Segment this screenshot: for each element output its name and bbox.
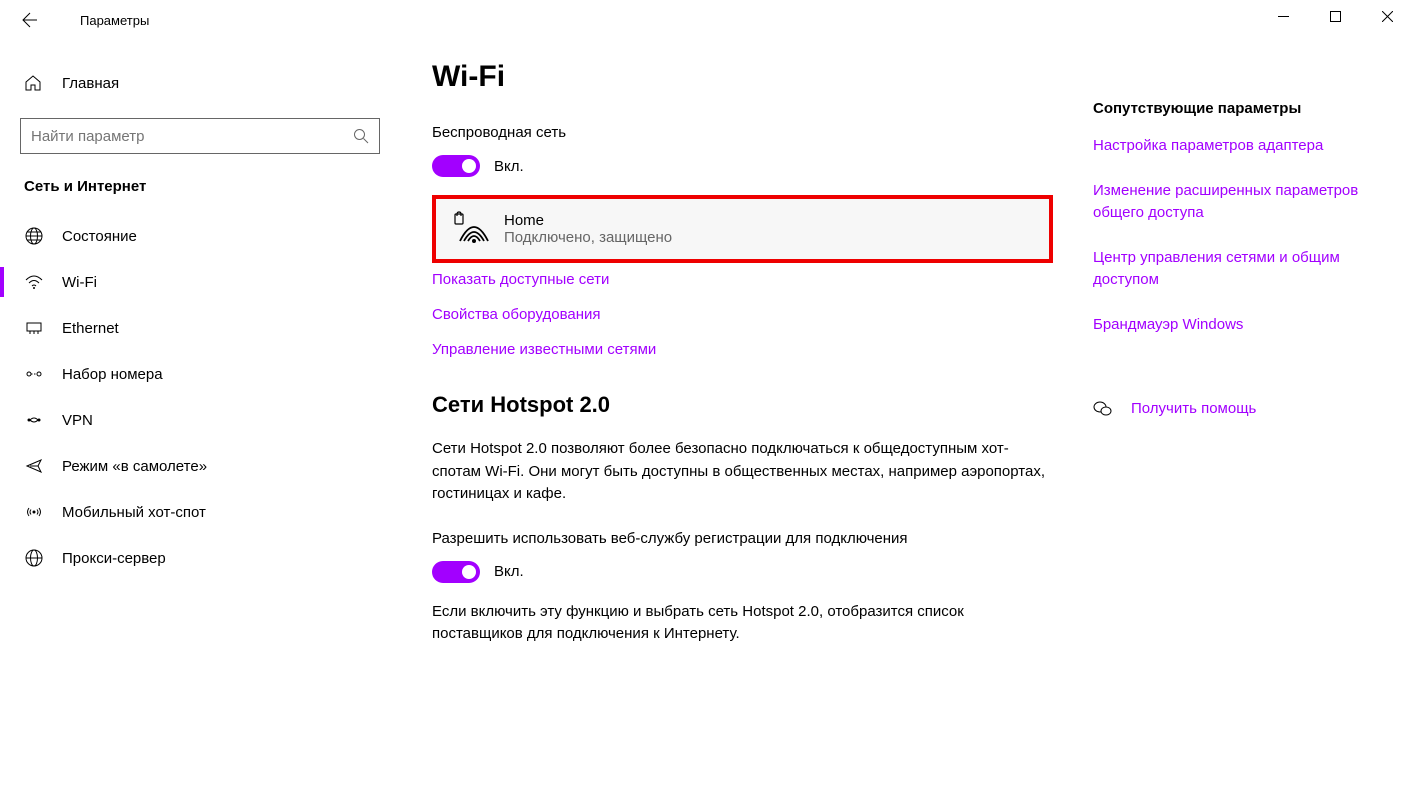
home-icon <box>24 74 44 92</box>
dialup-icon <box>24 365 44 383</box>
sidebar-item-label: Мобильный хот-спот <box>62 504 206 521</box>
sidebar-home[interactable]: Главная <box>0 64 400 102</box>
link-hardware-properties[interactable]: Свойства оборудования <box>432 306 1053 323</box>
sidebar-category: Сеть и Интернет <box>0 178 400 213</box>
airplane-icon <box>24 457 44 475</box>
sidebar: Главная Сеть и Интернет Состояние Wi-Fi … <box>0 40 400 788</box>
sidebar-item-label: VPN <box>62 412 93 429</box>
current-network-card[interactable]: Home Подключено, защищено <box>432 195 1053 263</box>
globe-icon <box>24 227 44 245</box>
vpn-icon <box>24 411 44 429</box>
related-settings: Сопутствующие параметры Настройка параме… <box>1053 60 1373 788</box>
sidebar-item-hotspot[interactable]: Мобильный хот-спот <box>0 489 400 535</box>
sidebar-item-label: Wi-Fi <box>62 274 97 291</box>
link-show-available-networks[interactable]: Показать доступные сети <box>432 271 1053 288</box>
wireless-label: Беспроводная сеть <box>432 124 1053 141</box>
minimize-icon <box>1278 11 1289 22</box>
close-icon <box>1382 11 1393 22</box>
get-help-row[interactable]: Получить помощь <box>1093 398 1373 421</box>
main-content: Wi-Fi Беспроводная сеть Вкл. <box>400 40 1413 788</box>
sidebar-item-airplane[interactable]: Режим «в самолете» <box>0 443 400 489</box>
hotspot-toggle[interactable] <box>432 561 480 583</box>
network-status: Подключено, защищено <box>504 229 672 246</box>
sidebar-item-dialup[interactable]: Набор номера <box>0 351 400 397</box>
network-name: Home <box>504 212 672 229</box>
sidebar-item-vpn[interactable]: VPN <box>0 397 400 443</box>
titlebar: Параметры <box>0 0 1413 40</box>
search-box[interactable] <box>20 118 380 154</box>
hotspot-toggle-row: Вкл. <box>432 561 1053 583</box>
wifi-secured-icon <box>452 211 496 247</box>
maximize-icon <box>1330 11 1341 22</box>
wireless-toggle-state: Вкл. <box>494 158 524 175</box>
proxy-icon <box>24 549 44 567</box>
wireless-toggle-row: Вкл. <box>432 155 1053 177</box>
link-get-help[interactable]: Получить помощь <box>1131 398 1256 421</box>
window-controls <box>1257 0 1413 32</box>
hotspot-allow-label: Разрешить использовать веб-службу регист… <box>432 530 1053 547</box>
window-title: Параметры <box>80 13 149 28</box>
sidebar-item-status[interactable]: Состояние <box>0 213 400 259</box>
sidebar-item-ethernet[interactable]: Ethernet <box>0 305 400 351</box>
sidebar-item-wifi[interactable]: Wi-Fi <box>0 259 400 305</box>
link-manage-known-networks[interactable]: Управление известными сетями <box>432 341 1053 358</box>
hotspot-section-title: Сети Hotspot 2.0 <box>432 392 1053 418</box>
back-button[interactable] <box>10 0 50 40</box>
wifi-icon <box>24 273 44 291</box>
search-input[interactable] <box>31 128 353 145</box>
link-advanced-sharing[interactable]: Изменение расширенных параметров общего … <box>1093 180 1373 225</box>
sidebar-item-label: Режим «в самолете» <box>62 458 207 475</box>
sidebar-item-label: Прокси-сервер <box>62 550 166 567</box>
page-title: Wi-Fi <box>432 60 1053 94</box>
sidebar-item-label: Ethernet <box>62 320 119 337</box>
hotspot-description: Сети Hotspot 2.0 позволяют более безопас… <box>432 438 1053 506</box>
maximize-button[interactable] <box>1309 0 1361 32</box>
hotspot-icon <box>24 503 44 521</box>
help-icon <box>1093 399 1113 419</box>
wireless-toggle[interactable] <box>432 155 480 177</box>
ethernet-icon <box>24 319 44 337</box>
related-header: Сопутствующие параметры <box>1093 100 1373 117</box>
sidebar-home-label: Главная <box>62 75 119 92</box>
sidebar-item-proxy[interactable]: Прокси-сервер <box>0 535 400 581</box>
sidebar-item-label: Набор номера <box>62 366 163 383</box>
arrow-left-icon <box>22 12 38 28</box>
link-network-center[interactable]: Центр управления сетями и общим доступом <box>1093 247 1373 292</box>
minimize-button[interactable] <box>1257 0 1309 32</box>
link-adapter-settings[interactable]: Настройка параметров адаптера <box>1093 135 1373 158</box>
link-firewall[interactable]: Брандмауэр Windows <box>1093 314 1373 337</box>
hotspot-description-2: Если включить эту функцию и выбрать сеть… <box>432 601 1053 646</box>
close-button[interactable] <box>1361 0 1413 32</box>
search-icon <box>353 128 369 144</box>
sidebar-item-label: Состояние <box>62 228 137 245</box>
hotspot-toggle-state: Вкл. <box>494 563 524 580</box>
